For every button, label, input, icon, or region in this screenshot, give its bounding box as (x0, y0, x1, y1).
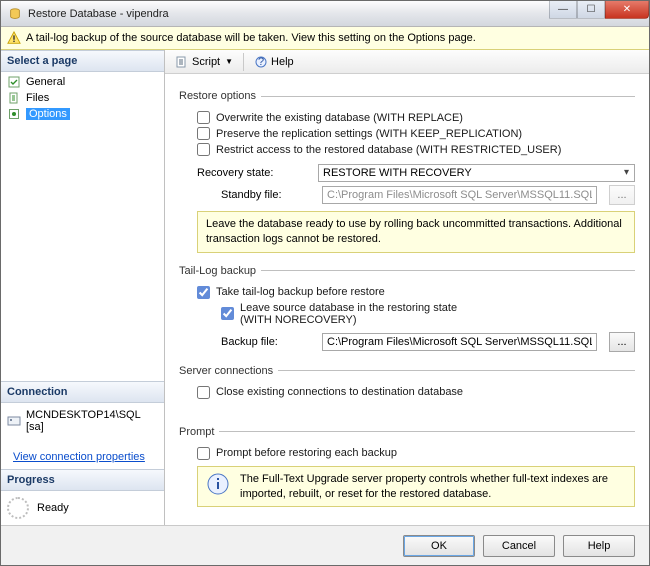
backup-file-input[interactable] (322, 333, 597, 351)
standby-file-input (322, 186, 597, 204)
right-panel: Script ▼ ? Help Restore options Overwrit… (165, 50, 649, 525)
restrict-label: Restrict access to the restored database… (216, 144, 561, 156)
script-label: Script (192, 56, 220, 68)
connection-header: Connection (1, 381, 164, 403)
recovery-state-label: Recovery state: (197, 167, 312, 179)
prompt-before-label: Prompt before restoring each backup (216, 447, 397, 459)
take-tail-log-checkbox[interactable] (197, 286, 210, 299)
fulltext-info-note: The Full-Text Upgrade server property co… (197, 466, 635, 508)
titlebar[interactable]: Restore Database - vipendra — ☐ ✕ (1, 1, 649, 27)
restore-database-dialog: Restore Database - vipendra — ☐ ✕ A tail… (0, 0, 650, 566)
restore-options-group: Restore options Overwrite the existing d… (179, 90, 635, 255)
prompt-legend: Prompt (179, 426, 219, 438)
svg-text:?: ? (258, 56, 264, 68)
server-connections-legend: Server connections (179, 365, 278, 377)
prompt-before-checkbox[interactable] (197, 447, 210, 460)
page-list: General Files Options (1, 72, 164, 124)
help-button[interactable]: ? Help (250, 54, 298, 70)
close-button[interactable]: ✕ (605, 1, 649, 19)
page-item-general[interactable]: General (1, 74, 164, 90)
warning-icon (7, 31, 21, 45)
page-item-options[interactable]: Options (1, 106, 164, 122)
take-tail-log-label: Take tail-log backup before restore (216, 286, 385, 298)
close-connections-checkbox[interactable] (197, 386, 210, 399)
help-footer-button[interactable]: Help (563, 535, 635, 557)
ok-button[interactable]: OK (403, 535, 475, 557)
connection-text: MCNDESKTOP14\SQL [sa] (26, 409, 158, 433)
app-icon (7, 6, 23, 22)
tail-log-legend: Tail-Log backup (179, 265, 261, 277)
page-icon (7, 75, 21, 89)
prompt-group: Prompt Prompt before restoring each back… (179, 426, 635, 510)
standby-file-label: Standby file: (221, 189, 316, 201)
progress-header: Progress (1, 469, 164, 491)
dropdown-icon: ▼ (225, 57, 233, 66)
overwrite-label: Overwrite the existing database (WITH RE… (216, 112, 463, 124)
info-bar: A tail-log backup of the source database… (1, 27, 649, 50)
script-button[interactable]: Script ▼ (171, 54, 237, 70)
overwrite-checkbox[interactable] (197, 111, 210, 124)
server-icon (7, 414, 21, 428)
fulltext-info-text: The Full-Text Upgrade server property co… (240, 472, 626, 502)
dialog-footer: OK Cancel Help (1, 525, 649, 565)
backup-file-label: Backup file: (221, 336, 316, 348)
restore-options-legend: Restore options (179, 90, 261, 102)
progress-text: Ready (37, 502, 69, 514)
left-panel: Select a page General Files Options Conn… (1, 50, 165, 525)
page-icon (7, 91, 21, 105)
window-title: Restore Database - vipendra (28, 8, 169, 20)
leave-restoring-label: Leave source database in the restoring s… (240, 302, 460, 326)
info-bar-text: A tail-log backup of the source database… (26, 32, 476, 44)
toolbar-separator (243, 53, 244, 71)
progress-spinner-icon (7, 497, 29, 519)
tail-log-group: Tail-Log backup Take tail-log backup bef… (179, 265, 635, 355)
help-label: Help (271, 56, 294, 68)
leave-restoring-checkbox[interactable] (221, 307, 234, 320)
backup-browse-button[interactable]: ... (609, 332, 635, 352)
script-icon (175, 55, 189, 69)
restrict-checkbox[interactable] (197, 143, 210, 156)
standby-browse-button[interactable]: ... (609, 185, 635, 205)
recovery-note: Leave the database ready to use by rolli… (197, 211, 635, 253)
connection-row: MCNDESKTOP14\SQL [sa] (7, 409, 158, 433)
maximize-button[interactable]: ☐ (577, 1, 605, 19)
progress-box: Ready (1, 491, 164, 525)
page-item-files[interactable]: Files (1, 90, 164, 106)
toolbar: Script ▼ ? Help (165, 50, 649, 74)
preserve-label: Preserve the replication settings (WITH … (216, 128, 522, 140)
cancel-button[interactable]: Cancel (483, 535, 555, 557)
page-label: General (26, 76, 65, 88)
preserve-checkbox[interactable] (197, 127, 210, 140)
close-connections-label: Close existing connections to destinatio… (216, 386, 463, 398)
page-icon (7, 107, 21, 121)
view-connection-properties-link[interactable]: View connection properties (7, 451, 158, 463)
info-icon (206, 472, 230, 496)
minimize-button[interactable]: — (549, 1, 577, 19)
help-icon: ? (254, 55, 268, 69)
page-label: Options (26, 108, 70, 120)
recovery-state-select[interactable]: RESTORE WITH RECOVERY (318, 164, 635, 182)
page-label: Files (26, 92, 49, 104)
server-connections-group: Server connections Close existing connec… (179, 365, 635, 402)
select-page-header: Select a page (1, 50, 164, 72)
